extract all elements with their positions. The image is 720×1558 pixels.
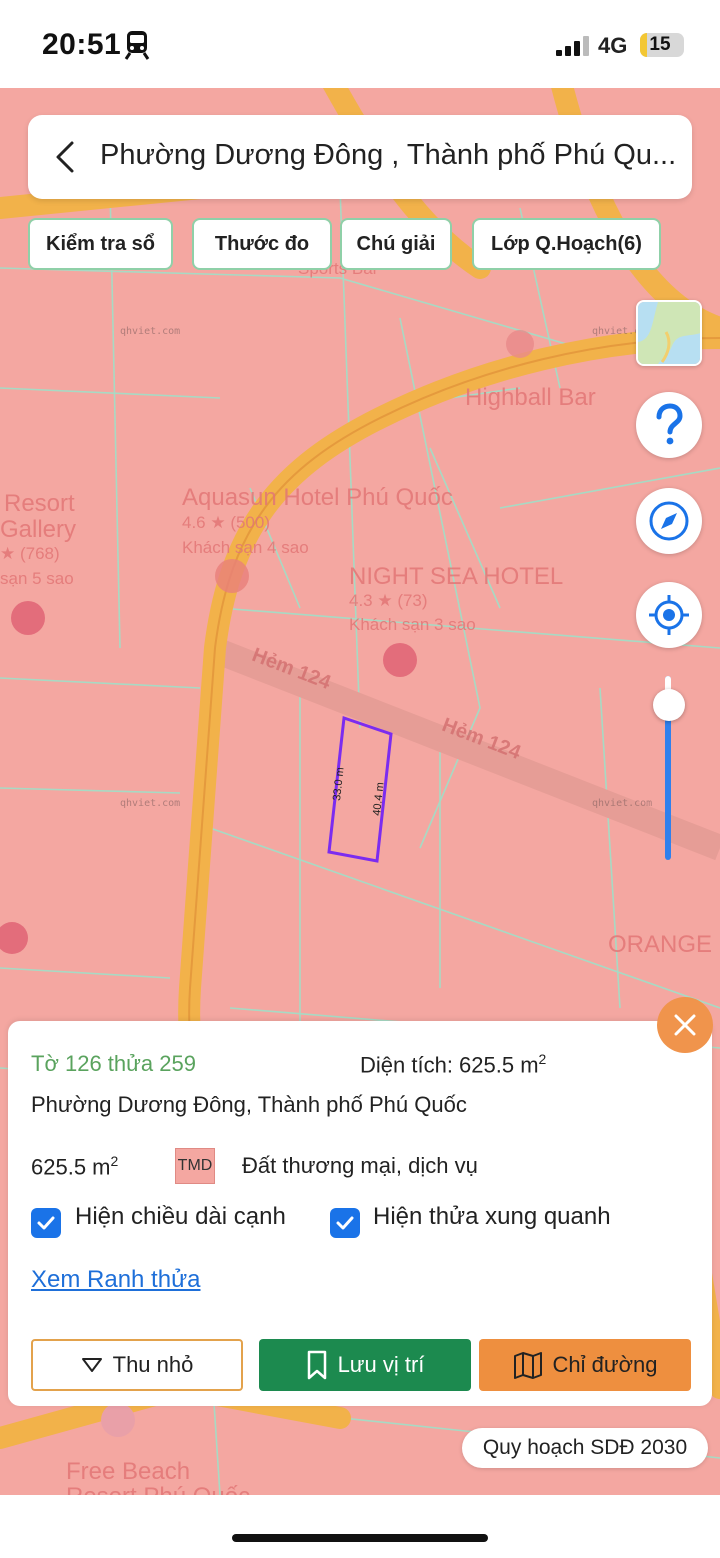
back-arrow-icon[interactable]	[48, 137, 84, 177]
parcel-info-panel: Tờ 126 thửa 259 Diện tích: 625.5 m2 Phườ…	[8, 1021, 712, 1406]
area-label: Diện tích: 625.5 m2	[360, 1051, 546, 1078]
map-label-resort: Resort	[4, 490, 75, 517]
close-icon	[674, 1014, 696, 1036]
location-title[interactable]: Phường Dương Đông , Thành phố Phú Qu...	[100, 139, 690, 172]
map-label-orange: ORANGE	[608, 931, 713, 958]
watermark: qhviet.com	[592, 798, 653, 809]
locate-me-button[interactable]	[636, 582, 702, 648]
show-neighbors-label[interactable]: Hiện thửa xung quanh	[373, 1203, 611, 1231]
satellite-thumbnail-icon	[638, 302, 700, 364]
collapse-button-label: Thu nhỏ	[112, 1352, 194, 1377]
map-label-free-beach: Free Beach	[66, 1458, 191, 1485]
map-label-aquasun-rating: 4.6 ★ (500)	[182, 513, 271, 532]
signal-icon	[556, 36, 589, 56]
map-label-resort-type: sạn 5 sao	[0, 569, 74, 588]
show-edge-length-checkbox[interactable]	[31, 1208, 61, 1238]
help-button[interactable]	[636, 392, 702, 458]
land-use-area-exponent: 2	[110, 1153, 119, 1169]
map-label-highball: Highball Bar	[465, 384, 596, 411]
map-label-night-sea: NIGHT SEA HOTEL	[349, 563, 564, 590]
map-label-aquasun-type: Khách sạn 4 sao	[182, 538, 309, 557]
triangle-down-icon	[81, 1358, 102, 1372]
map-fold-icon	[513, 1352, 542, 1379]
search-bar[interactable]: Phường Dương Đông , Thành phố Phú Qu...	[28, 115, 692, 199]
save-location-label: Lưu vị trí	[337, 1352, 425, 1377]
parcel-address: Phường Dương Đông, Thành phố Phú Quốc	[31, 1092, 467, 1117]
crosshair-location-icon	[649, 595, 689, 635]
land-use-area: 625.5 m2	[31, 1153, 118, 1180]
status-bar: 20:51 4G 15	[0, 0, 720, 88]
parcel-id: Tờ 126 thửa 259	[31, 1051, 196, 1076]
chip-check-book[interactable]: Kiểm tra sổ	[28, 218, 173, 270]
chip-measure[interactable]: Thước đo	[192, 218, 332, 270]
map-label-resort-rating: ★ (768)	[0, 544, 60, 563]
compass-icon	[649, 501, 689, 541]
battery-level: 15	[649, 34, 671, 55]
watermark: qhviet.com	[120, 798, 181, 809]
battery-icon: 15	[640, 33, 684, 57]
map-label-free-beach-resort: Resort Phú Quốc	[66, 1483, 250, 1495]
chip-planning-layers[interactable]: Lớp Q.Hoạch(6)	[472, 218, 661, 270]
show-neighbors-checkbox[interactable]	[330, 1208, 360, 1238]
map-label-night-sea-rating: 4.3 ★ (73)	[349, 591, 428, 610]
map-label-gallery: Gallery	[0, 516, 77, 543]
compass-button[interactable]	[636, 488, 702, 554]
map-layer-toggle[interactable]	[636, 300, 702, 366]
map-label-aquasun: Aquasun Hotel Phú Quốc	[182, 484, 453, 511]
area-value: Diện tích: 625.5 m	[360, 1052, 539, 1078]
train-icon	[124, 31, 150, 60]
chip-legend[interactable]: Chú giải	[340, 218, 452, 270]
land-use-area-value: 625.5 m	[31, 1154, 111, 1180]
checkmark-icon	[37, 1216, 55, 1230]
question-icon	[656, 403, 683, 445]
directions-button[interactable]: Chỉ đường	[479, 1339, 691, 1391]
view-parcel-boundary-link[interactable]: Xem Ranh thửa	[31, 1266, 201, 1294]
area-unit-exponent: 2	[538, 1051, 547, 1067]
land-use-type: Đất thương mại, dịch vụ	[242, 1153, 478, 1178]
planning-layer-badge[interactable]: Quy hoạch SDĐ 2030	[462, 1428, 708, 1468]
watermark: qhviet.com	[120, 326, 181, 337]
show-edge-length-label[interactable]: Hiện chiều dài cạnh	[75, 1203, 286, 1231]
land-use-code-badge: TMD	[175, 1148, 215, 1184]
checkmark-icon	[336, 1216, 354, 1230]
status-time: 20:51	[42, 28, 122, 61]
bookmark-icon	[307, 1350, 326, 1380]
save-location-button[interactable]: Lưu vị trí	[259, 1339, 471, 1391]
directions-label: Chỉ đường	[552, 1352, 658, 1377]
close-panel-button[interactable]	[657, 997, 713, 1053]
network-label: 4G	[598, 33, 628, 58]
map-label-night-sea-type: Khách sạn 3 sao	[349, 615, 476, 634]
collapse-button[interactable]: Thu nhỏ	[31, 1339, 243, 1391]
home-indicator[interactable]	[232, 1534, 488, 1542]
